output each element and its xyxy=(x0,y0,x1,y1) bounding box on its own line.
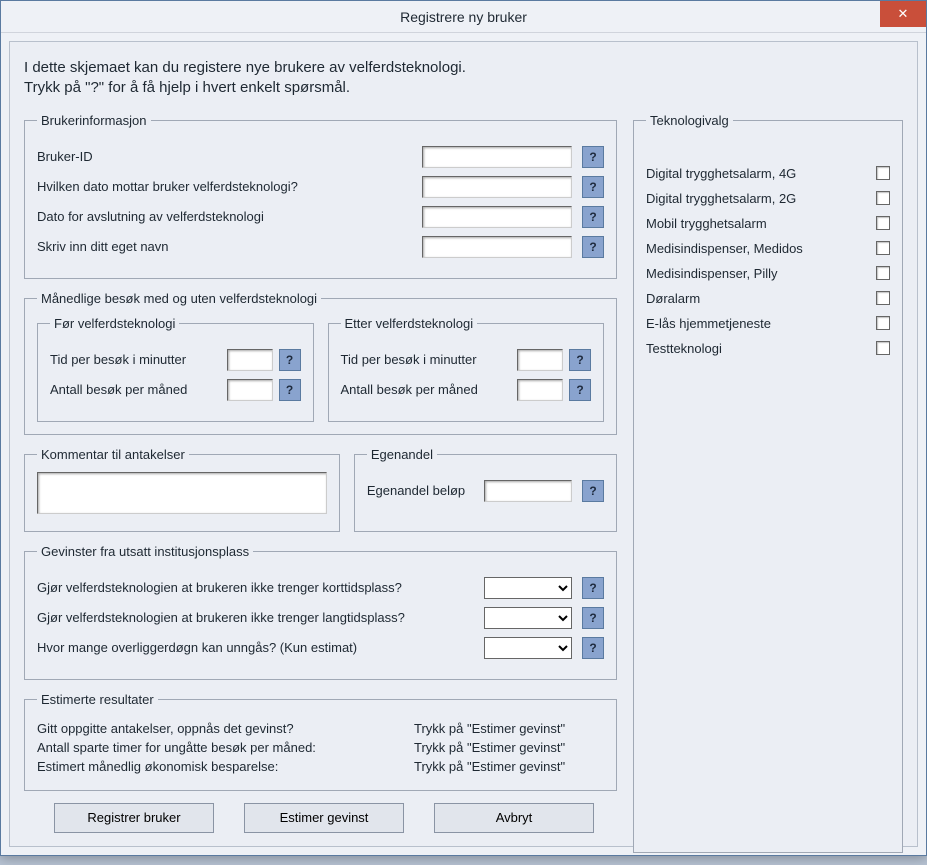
tech-item: E-lås hjemmetjeneste xyxy=(646,316,890,331)
tech-item: Døralarm xyxy=(646,291,890,306)
window-title: Registrere ny bruker xyxy=(1,9,926,25)
est-r1-value: Trykk på "Estimer gevinst" xyxy=(414,721,604,736)
gains-q3-select[interactable] xyxy=(484,637,572,659)
own-name-input[interactable] xyxy=(422,236,572,258)
tech-legend: Teknologivalg xyxy=(646,113,733,128)
before-time-label: Tid per besøk i minutter xyxy=(50,352,221,367)
est-r2-value: Trykk på "Estimer gevinst" xyxy=(414,740,604,755)
close-button[interactable]: ✕ xyxy=(880,1,926,27)
tech-item: Digital trygghetsalarm, 2G xyxy=(646,191,890,206)
help-gains-q2[interactable]: ? xyxy=(582,607,604,629)
tech-item-checkbox[interactable] xyxy=(876,291,890,305)
tech-item-checkbox[interactable] xyxy=(876,216,890,230)
after-time-input[interactable] xyxy=(517,349,563,371)
help-egenandel[interactable]: ? xyxy=(582,480,604,502)
after-count-input[interactable] xyxy=(517,379,563,401)
tech-item-checkbox[interactable] xyxy=(876,191,890,205)
user-id-label: Bruker-ID xyxy=(37,149,412,164)
tech-item-checkbox[interactable] xyxy=(876,341,890,355)
estimate-group: Estimerte resultater Gitt oppgitte antak… xyxy=(24,692,617,791)
tech-item-label: Digital trygghetsalarm, 4G xyxy=(646,166,796,181)
before-time-input[interactable] xyxy=(227,349,273,371)
comment-group: Kommentar til antakelser xyxy=(24,447,340,532)
tech-item-label: Digital trygghetsalarm, 2G xyxy=(646,191,796,206)
own-name-label: Skriv inn ditt eget navn xyxy=(37,239,412,254)
register-button[interactable]: Registrer bruker xyxy=(54,803,214,833)
egenandel-group: Egenandel Egenandel beløp ? xyxy=(354,447,617,532)
comment-input[interactable] xyxy=(37,472,327,514)
user-info-group: Brukerinformasjon Bruker-ID ? Hvilken da… xyxy=(24,113,617,279)
end-date-label: Dato for avslutning av velferdsteknologi xyxy=(37,209,412,224)
before-count-input[interactable] xyxy=(227,379,273,401)
egenandel-input[interactable] xyxy=(484,480,572,502)
tech-item-label: Medisindispenser, Medidos xyxy=(646,241,803,256)
estimate-legend: Estimerte resultater xyxy=(37,692,158,707)
gains-group: Gevinster fra utsatt institusjonsplass G… xyxy=(24,544,617,680)
tech-item-checkbox[interactable] xyxy=(876,316,890,330)
tech-item-checkbox[interactable] xyxy=(876,266,890,280)
before-count-label: Antall besøk per måned xyxy=(50,382,221,397)
after-group: Etter velferdsteknologi Tid per besøk i … xyxy=(328,316,605,422)
help-after-time[interactable]: ? xyxy=(569,349,591,371)
recv-date-input[interactable] xyxy=(422,176,572,198)
help-recv-date[interactable]: ? xyxy=(582,176,604,198)
help-before-time[interactable]: ? xyxy=(279,349,301,371)
est-r3-label: Estimert månedlig økonomisk besparelse: xyxy=(37,759,404,774)
tech-item-checkbox[interactable] xyxy=(876,241,890,255)
tech-item: Mobil trygghetsalarm xyxy=(646,216,890,231)
after-time-label: Tid per besøk i minutter xyxy=(341,352,512,367)
recv-date-label: Hvilken dato mottar bruker velferdstekno… xyxy=(37,179,412,194)
tech-item-label: E-lås hjemmetjeneste xyxy=(646,316,771,331)
user-info-legend: Brukerinformasjon xyxy=(37,113,151,128)
egenandel-legend: Egenandel xyxy=(367,447,437,462)
help-end-date[interactable]: ? xyxy=(582,206,604,228)
close-icon: ✕ xyxy=(898,6,909,22)
help-before-count[interactable]: ? xyxy=(279,379,301,401)
gains-q2-label: Gjør velferdsteknologien at brukeren ikk… xyxy=(37,610,474,625)
est-r1-label: Gitt oppgitte antakelser, oppnås det gev… xyxy=(37,721,404,736)
tech-item: Medisindispenser, Pilly xyxy=(646,266,890,281)
form-panel: I dette skjemaet kan du registere nye br… xyxy=(9,41,918,847)
cancel-button[interactable]: Avbryt xyxy=(434,803,594,833)
before-group: Før velferdsteknologi Tid per besøk i mi… xyxy=(37,316,314,422)
tech-item-label: Testteknologi xyxy=(646,341,722,356)
tech-group: Teknologivalg Digital trygghetsalarm, 4G… xyxy=(633,113,903,853)
estimate-button[interactable]: Estimer gevinst xyxy=(244,803,404,833)
visits-legend: Månedlige besøk med og uten velferdstekn… xyxy=(37,291,321,306)
tech-item-label: Mobil trygghetsalarm xyxy=(646,216,767,231)
tech-item: Digital trygghetsalarm, 4G xyxy=(646,166,890,181)
after-count-label: Antall besøk per måned xyxy=(341,382,512,397)
help-gains-q1[interactable]: ? xyxy=(582,577,604,599)
after-legend: Etter velferdsteknologi xyxy=(341,316,478,331)
end-date-input[interactable] xyxy=(422,206,572,228)
help-gains-q3[interactable]: ? xyxy=(582,637,604,659)
gains-q1-label: Gjør velferdsteknologien at brukeren ikk… xyxy=(37,580,474,595)
help-after-count[interactable]: ? xyxy=(569,379,591,401)
tech-item-label: Medisindispenser, Pilly xyxy=(646,266,778,281)
visits-group: Månedlige besøk med og uten velferdstekn… xyxy=(24,291,617,435)
titlebar: Registrere ny bruker ✕ xyxy=(1,1,926,33)
gains-q2-select[interactable] xyxy=(484,607,572,629)
before-legend: Før velferdsteknologi xyxy=(50,316,179,331)
tech-item: Medisindispenser, Medidos xyxy=(646,241,890,256)
est-r2-label: Antall sparte timer for ungåtte besøk pe… xyxy=(37,740,404,755)
gains-q1-select[interactable] xyxy=(484,577,572,599)
tech-item-checkbox[interactable] xyxy=(876,166,890,180)
tech-item-label: Døralarm xyxy=(646,291,700,306)
intro-text: I dette skjemaet kan du registere nye br… xyxy=(24,58,903,99)
comment-legend: Kommentar til antakelser xyxy=(37,447,189,462)
app-window: Registrere ny bruker ✕ I dette skjemaet … xyxy=(0,0,927,856)
help-own-name[interactable]: ? xyxy=(582,236,604,258)
gains-q3-label: Hvor mange overliggerdøgn kan unngås? (K… xyxy=(37,640,474,655)
gains-legend: Gevinster fra utsatt institusjonsplass xyxy=(37,544,253,559)
egenandel-label: Egenandel beløp xyxy=(367,483,474,498)
tech-item: Testteknologi xyxy=(646,341,890,356)
est-r3-value: Trykk på "Estimer gevinst" xyxy=(414,759,604,774)
help-user-id[interactable]: ? xyxy=(582,146,604,168)
user-id-input[interactable] xyxy=(422,146,572,168)
